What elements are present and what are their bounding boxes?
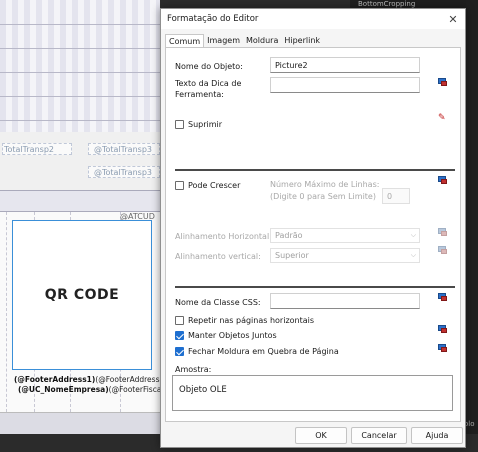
formula-x-icon[interactable]: ✎ <box>438 113 448 123</box>
formula-icon[interactable] <box>438 325 448 334</box>
close-border-checkbox[interactable] <box>175 347 184 356</box>
formula-icon[interactable] <box>438 176 448 185</box>
help-button[interactable]: Ajuda <box>411 427 463 444</box>
total-transp3-label-2: @TotalTransp3 <box>94 168 152 177</box>
report-canvas: TotalTransp2 @TotalTransp3 @TotalTransp3… <box>0 0 160 434</box>
v-align-value: Superior <box>275 251 309 260</box>
formula-icon[interactable] <box>438 293 448 302</box>
v-align-label: Alinhamento vertical: <box>175 252 261 261</box>
can-grow-label: Pode Crescer <box>188 181 241 190</box>
qr-code-label: QR CODE <box>44 287 120 303</box>
chevron-down-icon: ⌵ <box>410 251 416 259</box>
formula-icon[interactable] <box>438 228 448 237</box>
tab-imagem[interactable]: Imagem <box>204 34 243 48</box>
repeat-label: Repetir nas páginas horizontais <box>188 316 315 325</box>
dialog-title: Formatação do Editor <box>167 14 259 24</box>
company-name-field: (@UC_NomeEmpresa) <box>18 385 109 394</box>
tab-panel-comum: Nome do Objeto: Picture2 Texto da Dica d… <box>165 47 461 422</box>
footer-address2-field: (@FooterAddress2) <box>95 375 160 384</box>
tab-strip: Comum Imagem Moldura Hiperlink <box>165 34 323 48</box>
sample-preview: Objeto OLE <box>172 375 453 411</box>
close-border-label: Fechar Moldura em Quebra de Página <box>188 347 339 356</box>
object-name-label: Nome do Objeto: <box>175 62 243 71</box>
section-separator-band <box>0 190 160 212</box>
section-separator <box>175 286 455 288</box>
right-panel-edge <box>466 0 478 452</box>
footer-address1-field: (@FooterAddress1) <box>14 375 96 384</box>
object-name-input[interactable]: Picture2 <box>270 57 420 73</box>
footer-company-line[interactable]: (@UC_NomeEmpresa)(@FooterFiscal) <box>18 385 160 394</box>
report-header-band <box>0 0 160 132</box>
close-icon: ✕ <box>448 12 458 26</box>
total-transp3-label: @TotalTransp3 <box>94 145 152 154</box>
section-separator <box>175 169 455 171</box>
tooltip-label-line1: Texto da Dica de <box>175 79 242 88</box>
h-align-value: Padrão <box>275 231 303 240</box>
repeat-checkbox[interactable] <box>175 316 184 325</box>
ok-button[interactable]: OK <box>295 427 347 444</box>
tab-comum[interactable]: Comum <box>165 34 205 48</box>
chevron-down-icon: ⌵ <box>410 231 416 239</box>
suppress-label: Suprimir <box>188 120 223 129</box>
cancel-button[interactable]: Cancelar <box>351 427 407 444</box>
sample-label: Amostra: <box>175 365 212 374</box>
max-lines-label-line2: (Digite 0 para Sem Limite) <box>270 192 376 201</box>
h-align-select[interactable]: Padrão ⌵ <box>270 228 420 243</box>
formula-icon[interactable] <box>438 344 448 353</box>
tooltip-input[interactable] <box>270 77 420 93</box>
dialog-titlebar[interactable]: Formatação do Editor ✕ <box>161 9 465 29</box>
guide-line <box>6 212 7 412</box>
css-class-label: Nome da Classe CSS: <box>175 298 261 307</box>
v-align-select[interactable]: Superior ⌵ <box>270 248 420 263</box>
qr-code-picture[interactable]: QR CODE <box>12 220 152 370</box>
tooltip-label-line2: Ferramenta: <box>175 90 224 99</box>
keep-together-checkbox[interactable] <box>175 331 184 340</box>
formula-icon[interactable] <box>438 246 448 255</box>
footer-address-line[interactable]: (@FooterAddress1)(@FooterAddress2) <box>14 375 160 384</box>
tab-moldura[interactable]: Moldura <box>243 34 281 48</box>
keep-together-label: Manter Objetos Juntos <box>188 331 277 340</box>
format-editor-dialog: Formatação do Editor ✕ Comum Imagem Mold… <box>160 8 466 448</box>
css-class-input[interactable] <box>270 293 420 309</box>
max-lines-label-line1: Número Máximo de Linhas: <box>270 180 380 189</box>
can-grow-checkbox[interactable] <box>175 181 184 190</box>
suppress-checkbox[interactable] <box>175 120 184 129</box>
sample-text: Objeto OLE <box>179 385 227 395</box>
total-transp2-label: TotalTransp2 <box>4 145 54 154</box>
h-align-label: Alinhamento Horizontal: <box>175 232 272 241</box>
max-lines-input[interactable]: 0 <box>382 188 410 204</box>
page-footer-band <box>0 412 160 434</box>
tab-hiperlink[interactable]: Hiperlink <box>281 34 323 48</box>
close-button[interactable]: ✕ <box>445 11 461 27</box>
formula-icon[interactable] <box>438 78 448 87</box>
footer-fiscal-field: (@FooterFiscal) <box>108 385 160 394</box>
